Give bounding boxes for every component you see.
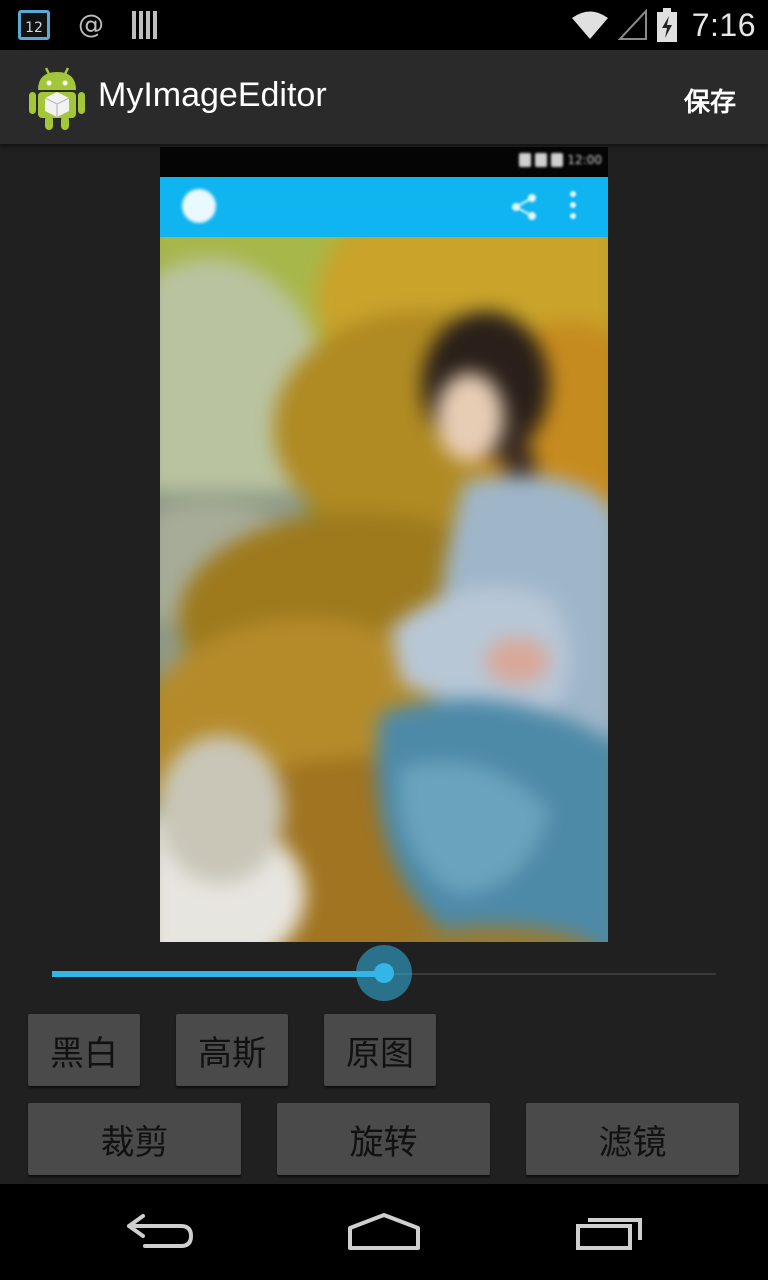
android-app-icon bbox=[29, 67, 85, 130]
gaussian-blur-button[interactable]: 高斯 bbox=[176, 1014, 288, 1086]
screen: 12 @ 7:16 MyImageEditor 保存 12:00 黑白 高斯 原… bbox=[0, 0, 768, 1280]
filter-button[interactable]: 滤镜 bbox=[526, 1103, 739, 1175]
calendar-icon: 12 bbox=[18, 10, 50, 40]
blur-seekbar[interactable] bbox=[52, 944, 716, 1004]
preview-status-icons: 12:00 bbox=[519, 153, 602, 167]
wifi-icon bbox=[571, 11, 608, 39]
photo bbox=[160, 237, 608, 942]
clock: 7:16 bbox=[691, 6, 756, 43]
sync-icon bbox=[132, 11, 157, 39]
calendar-day: 12 bbox=[25, 20, 43, 36]
grayscale-button[interactable]: 黑白 bbox=[28, 1014, 140, 1086]
at-sign-icon: @ bbox=[78, 10, 104, 40]
notification-icons: 12 @ bbox=[18, 8, 157, 42]
rotate-button[interactable]: 旋转 bbox=[277, 1103, 490, 1175]
recent-apps-button[interactable] bbox=[530, 1184, 690, 1280]
system-icons: 7:16 bbox=[570, 4, 756, 46]
original-image-button[interactable]: 原图 bbox=[324, 1014, 436, 1086]
back-icon bbox=[127, 1214, 193, 1248]
home-button[interactable] bbox=[304, 1184, 464, 1280]
preview-status-time: 12:00 bbox=[567, 153, 602, 167]
seekbar-thumb[interactable] bbox=[374, 963, 394, 983]
navigation-bar bbox=[0, 1184, 768, 1280]
image-preview: 12:00 bbox=[160, 147, 608, 942]
share-icon bbox=[512, 194, 536, 220]
signal-icon bbox=[617, 9, 647, 40]
status-bar: 12 @ 7:16 bbox=[0, 0, 768, 50]
preview-status-bar: 12:00 bbox=[160, 147, 608, 177]
back-button[interactable] bbox=[80, 1184, 240, 1280]
app-logo-icon bbox=[182, 189, 216, 223]
preview-toolbar bbox=[160, 177, 608, 237]
home-icon bbox=[348, 1213, 420, 1250]
crop-button[interactable]: 裁剪 bbox=[28, 1103, 241, 1175]
app-title: MyImageEditor bbox=[98, 76, 327, 114]
action-bar: MyImageEditor 保存 bbox=[0, 50, 768, 144]
save-button[interactable]: 保存 bbox=[674, 76, 746, 125]
seekbar-progress bbox=[52, 971, 384, 977]
recent-apps-icon bbox=[576, 1218, 642, 1250]
overflow-menu-icon bbox=[570, 191, 576, 219]
battery-charging-icon bbox=[656, 8, 677, 42]
